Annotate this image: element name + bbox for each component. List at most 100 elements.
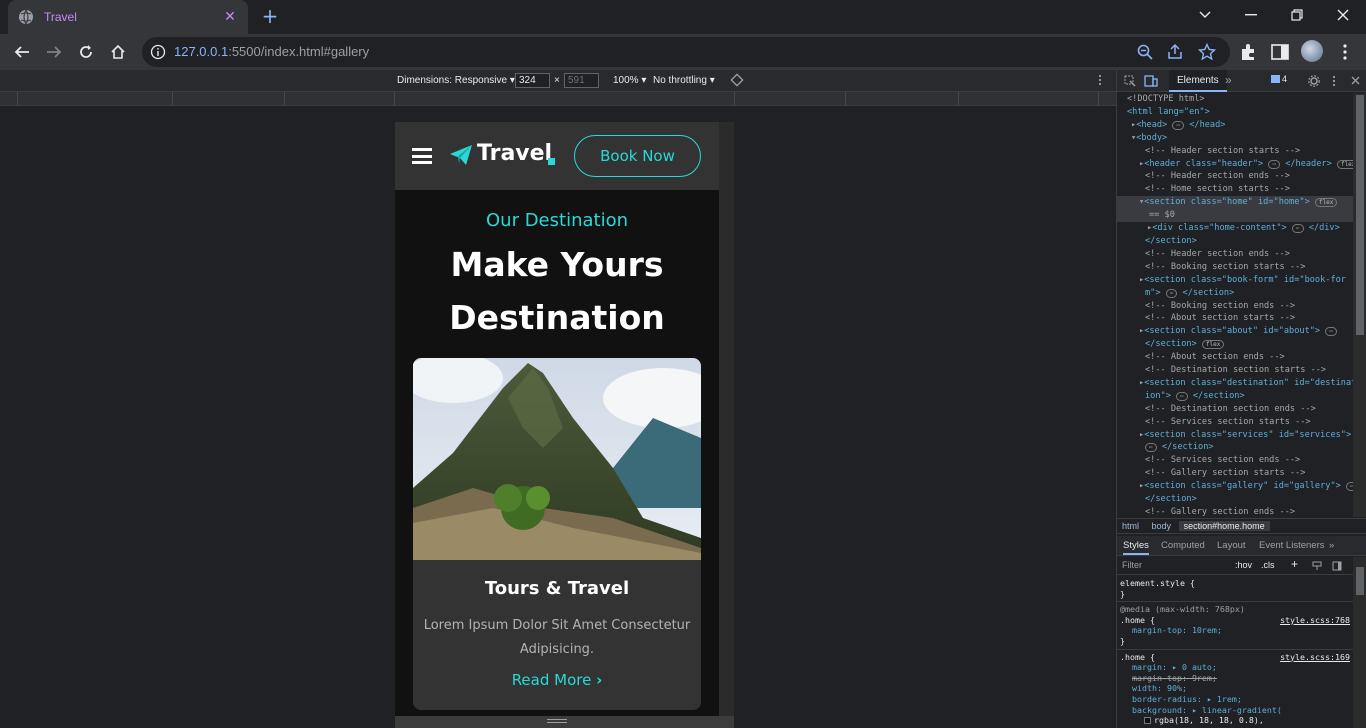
breadcrumb-item[interactable]: body [1147,521,1177,531]
dom-node[interactable]: </section> [1117,493,1353,506]
width-input[interactable]: 324 [515,73,550,88]
book-now-button[interactable]: Book Now [574,135,701,177]
tab-computed[interactable]: Computed [1161,540,1205,551]
style-rule-home[interactable]: .home {style.scss:169 margin: ▸ 0 auto; … [1117,650,1353,728]
dom-comment[interactable]: <!-- Header section ends --> [1117,248,1353,261]
new-tab-button[interactable]: + [260,6,280,26]
cls-toggle[interactable]: .cls [1261,560,1275,570]
more-subtabs-icon[interactable]: » [1329,540,1334,551]
dom-comment[interactable]: <!-- Booking section ends --> [1117,300,1353,313]
styles-scrollbar[interactable] [1353,557,1366,728]
dom-node[interactable]: ▸<header class="header"> ⋯ </header> fle… [1117,158,1353,171]
reload-button[interactable] [74,40,98,64]
dom-comment[interactable]: <!-- Services section ends --> [1117,454,1353,467]
close-devtools-icon[interactable] [1351,76,1360,85]
css-property-overridden[interactable]: margin-top: 9rem; [1132,673,1217,683]
resize-handle-bottom[interactable] [395,716,734,728]
css-property[interactable]: margin-top: 10rem; [1132,625,1222,635]
dom-node[interactable]: ion"> ⋯ </section> [1117,390,1353,403]
dom-node[interactable]: ▸<section class="about" id="about"> ⋯ [1117,325,1353,338]
close-tab-icon[interactable]: ✕ [222,9,238,25]
dom-node[interactable]: </section> [1117,235,1353,248]
devtools-more-icon[interactable] [1331,75,1337,87]
source-link[interactable]: style.scss:768 [1280,615,1350,626]
device-more-icon[interactable] [1097,74,1103,86]
inspect-element-icon[interactable] [1124,75,1136,87]
color-swatch[interactable] [1144,717,1151,725]
dom-comment[interactable]: <!-- About section starts --> [1117,312,1353,325]
dom-comment[interactable]: <!-- Gallery section ends --> [1117,506,1353,517]
dom-comment[interactable]: <!-- Destination section starts --> [1117,364,1353,377]
dom-node[interactable]: ▸<section class="services" id="services"… [1117,429,1353,442]
rotate-icon[interactable] [730,73,744,87]
dom-scrollbar[interactable] [1353,93,1366,517]
breadcrumb-item-selected[interactable]: section#home.home [1178,521,1270,531]
restore-button[interactable] [1274,0,1320,30]
dom-comment[interactable]: <!-- Destination section ends --> [1117,403,1353,416]
tab-elements[interactable]: Elements [1169,70,1227,92]
extensions-icon[interactable] [1238,42,1258,62]
dom-node[interactable]: ▸<div class="home-content"> ⋯ </div> [1117,222,1353,235]
dom-comment[interactable]: <!-- Header section starts --> [1117,145,1353,158]
dom-node[interactable]: m"> ⋯ </section> [1117,287,1353,300]
breadcrumb-item[interactable]: html [1117,521,1144,531]
home-button[interactable] [106,40,130,64]
dom-comment[interactable]: <!-- Header section ends --> [1117,170,1353,183]
dom-node[interactable]: ▸<section class="destination" id="destin… [1117,377,1353,390]
dom-node[interactable]: ▸<section class="book-form" id="book-for [1117,274,1353,287]
side-panel-icon[interactable] [1270,42,1290,62]
browser-tab[interactable]: Travel ✕ [8,0,248,34]
zoom-dropdown[interactable]: 100% ▾ [613,75,646,86]
dom-comment[interactable]: <!-- Booking section starts --> [1117,261,1353,274]
back-button[interactable] [10,40,34,64]
tab-styles[interactable]: Styles [1123,540,1149,555]
dom-node-selected[interactable]: ▾<section class="home" id="home"> flex [1117,196,1353,210]
dom-node[interactable]: ▸<section class="gallery" id="gallery"> … [1117,480,1353,493]
sidebar-toggle-icon[interactable] [1332,561,1342,571]
media-query-ruler[interactable] [0,92,1116,106]
tab-layout[interactable]: Layout [1217,540,1246,551]
dom-node[interactable]: ▸<head> ⋯ </head> [1117,119,1353,132]
read-more-link[interactable]: Read More › [413,671,701,689]
close-window-button[interactable] [1320,0,1366,30]
settings-gear-icon[interactable] [1308,75,1320,87]
css-property[interactable]: margin: ▸ 0 auto; [1132,662,1217,672]
share-icon[interactable] [1166,43,1184,61]
hov-toggle[interactable]: :hov [1235,560,1252,570]
address-bar[interactable]: 127.0.0.1:5500/index.html#gallery [142,37,1230,67]
dom-node[interactable]: ⋯ </section> [1117,441,1353,454]
throttling-dropdown[interactable]: No throttling ▾ [653,75,715,86]
dimensions-dropdown[interactable]: Dimensions: Responsive ▾ [397,75,515,86]
dom-node[interactable]: <html lang="en"> [1117,106,1353,119]
dom-comment[interactable]: <!-- Services section starts --> [1117,416,1353,429]
dom-comment[interactable]: <!-- Home section starts --> [1117,183,1353,196]
hamburger-menu-icon[interactable] [412,148,432,164]
zoom-icon[interactable] [1136,43,1154,61]
style-rule-element[interactable]: element.style { } [1117,576,1353,603]
site-info-icon[interactable] [150,44,166,60]
site-logo[interactable]: Travel [477,141,552,166]
height-input[interactable]: 591 [564,73,599,88]
source-link[interactable]: style.scss:169 [1280,652,1350,663]
dom-node[interactable]: ▾<body> [1117,132,1353,145]
profile-avatar[interactable] [1301,40,1323,62]
tab-event-listeners[interactable]: Event Listeners [1259,540,1324,551]
css-property[interactable]: width: 90%; [1132,683,1187,693]
tab-search-icon[interactable] [1182,0,1228,30]
css-property[interactable]: border-radius: ▸ 1rem; [1132,694,1242,704]
issues-badge[interactable]: 4 [1271,74,1287,84]
more-tabs-icon[interactable]: » [1225,73,1232,87]
css-property[interactable]: background: ▸ linear-gradient( [1132,705,1282,715]
dom-node[interactable]: <!DOCTYPE html> [1117,93,1353,106]
device-toggle-icon[interactable] [1144,74,1158,87]
dom-comment[interactable]: <!-- Gallery section starts --> [1117,467,1353,480]
add-rule-icon[interactable]: + [1291,557,1298,571]
style-rule-media[interactable]: @media (max-width: 768px) .home {style.s… [1117,602,1353,650]
dom-comment[interactable]: <!-- About section ends --> [1117,351,1353,364]
paint-icon[interactable] [1312,561,1322,571]
minimize-button[interactable] [1228,0,1274,30]
forward-button[interactable] [42,40,66,64]
bookmark-star-icon[interactable] [1198,43,1216,61]
filter-input[interactable]: Filter [1122,560,1142,570]
page-scrollbar[interactable] [719,122,734,716]
